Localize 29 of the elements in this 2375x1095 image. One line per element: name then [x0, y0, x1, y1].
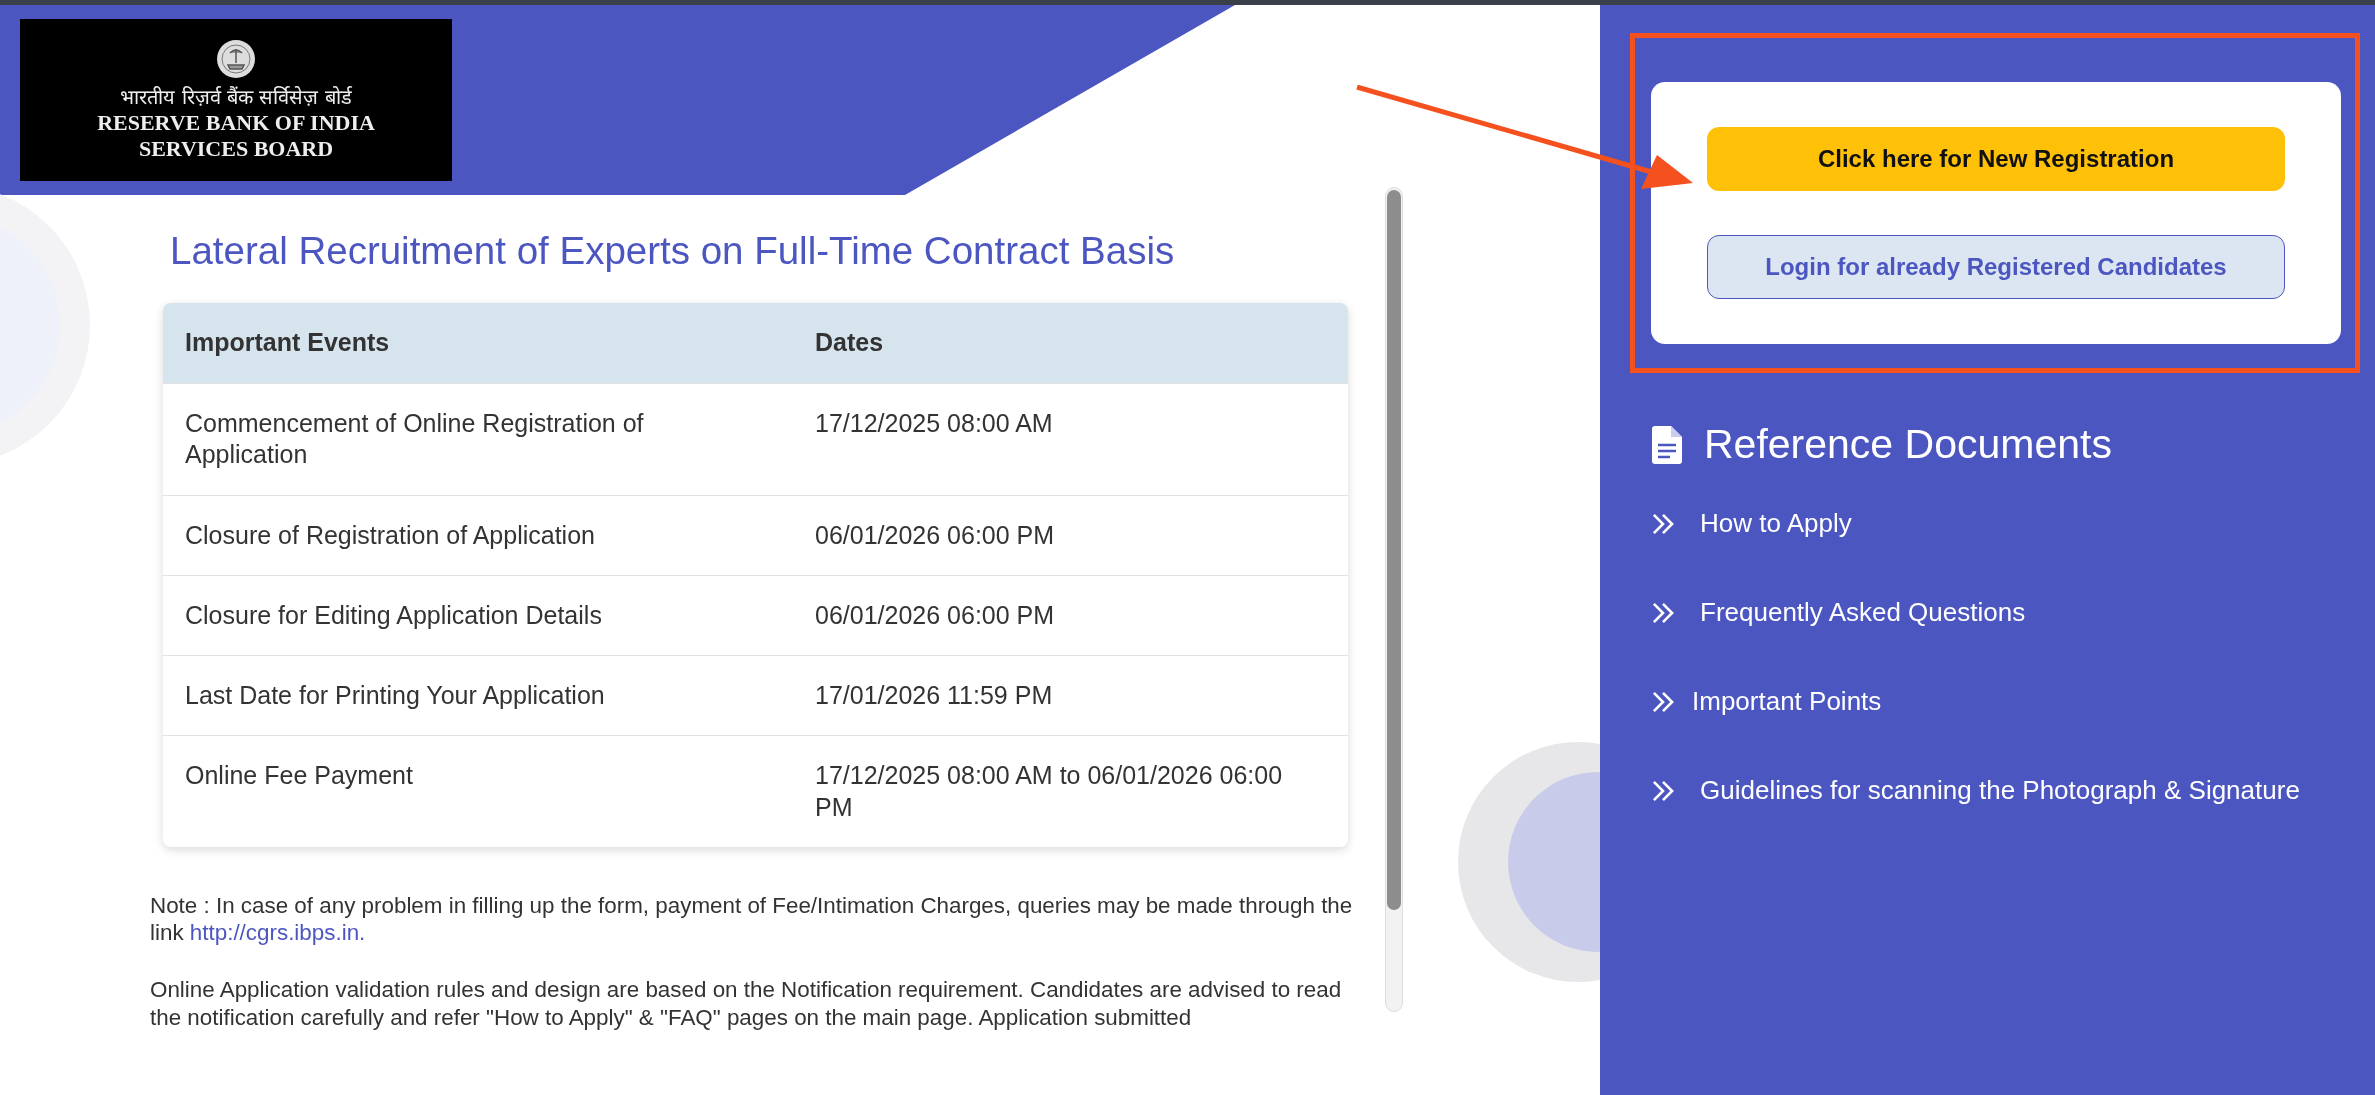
table-cell-text: Closure of Registration of Application — [184, 519, 596, 551]
scrollbar[interactable] — [1385, 187, 1403, 1012]
table-cell-text: Closure for Editing Application Details — [184, 599, 603, 631]
registration-button[interactable]: Click here for New Registration — [1707, 127, 2285, 191]
table-cell-text: 17/01/2026 11:59 PM — [814, 680, 1054, 711]
document-link[interactable]: Frequently Asked Questions — [1700, 597, 2026, 628]
table-cell-text: 06/01/2026 06:00 PM — [814, 599, 1056, 631]
emblem-icon — [216, 39, 256, 80]
table-cell-text: 17/12/2025 08:00 AM to 06/01/2026 06:00 PM — [814, 760, 1284, 823]
document-link[interactable]: How to Apply — [1700, 508, 1852, 539]
note-text: Note : In case of any problem in filling up the form, payment of Fee/Intimation Charges, queries may be made through the link http://cgrs.ibps.in. — [150, 891, 1354, 947]
column-header: Important Events — [184, 327, 391, 359]
note-text: Online Application validation rules and design are based on the Notification requirement. Candidates are advised to read the notification carefully and refer "How to Apply" & "FAQ" pages on the main page. Application submitted — [150, 976, 1343, 1032]
logo-text: SERVICES BOARD — [138, 135, 334, 161]
table-cell-text: Commencement of Online Registration of Application — [184, 408, 645, 471]
table-cell-text: Last Date for Printing Your Application — [184, 680, 606, 711]
column-header: Dates — [814, 327, 885, 359]
table-cell-text: 17/12/2025 08:00 AM — [814, 408, 1054, 439]
section-title: Reference Documents — [1704, 421, 2112, 468]
document-link[interactable]: Important Points — [1692, 686, 1882, 717]
table-cell-text: 06/01/2026 06:00 PM — [814, 519, 1056, 551]
page-title: Lateral Recruitment of Experts on Full-Time Contract Basis — [170, 229, 1176, 273]
document-icon — [1652, 425, 1682, 464]
registration-button[interactable]: Login for already Registered Candidates — [1707, 235, 2285, 299]
logo-hindi-text: भारतीय रिज़र्व बैंक सर्विसेज़ बोर्ड — [120, 84, 352, 111]
document-link[interactable]: Guidelines for scanning the Photograph & Signature — [1700, 775, 2300, 806]
link[interactable]: http://cgrs.ibps.in. — [189, 920, 366, 946]
logo-text: RESERVE BANK OF INDIA — [97, 110, 375, 136]
table-cell-text: Online Fee Payment — [184, 760, 414, 792]
